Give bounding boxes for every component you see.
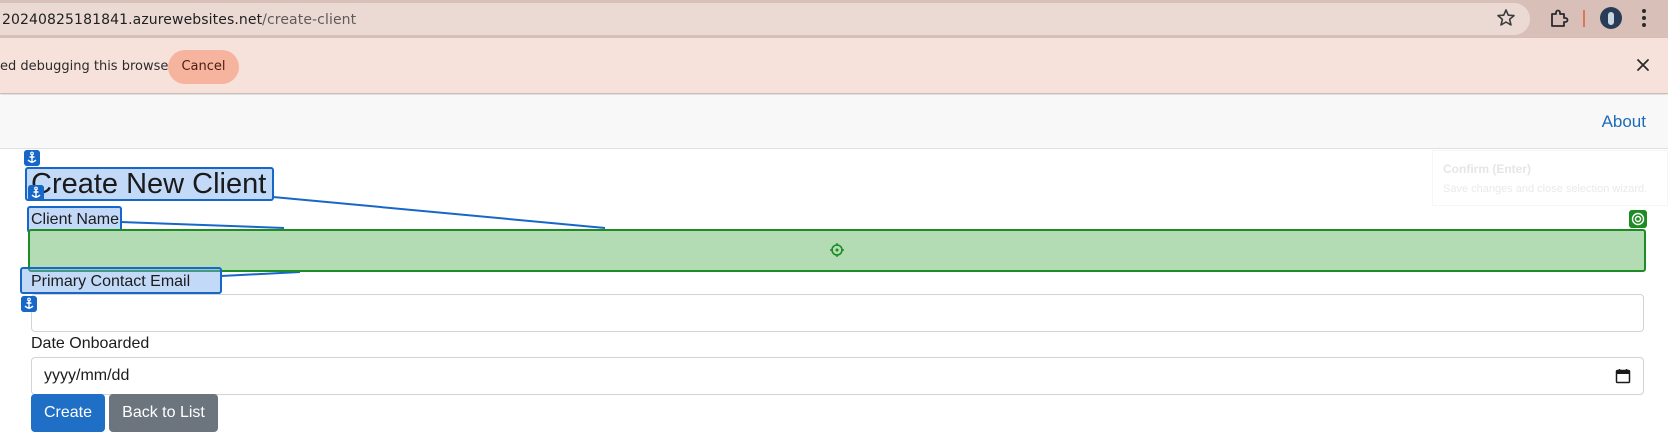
extensions-puzzle-icon[interactable] <box>1548 8 1570 30</box>
anchor-icon <box>28 185 44 201</box>
url-path: /create-client <box>262 12 357 28</box>
crosshair-icon <box>830 243 844 257</box>
back-to-list-button[interactable]: Back to List <box>109 394 218 432</box>
browser-toolbar: 20240825181841.azurewebsites.net/create-… <box>0 0 1668 38</box>
date-placeholder: yyyy/mm/dd <box>44 367 130 384</box>
app-navbar: About <box>0 95 1668 149</box>
email-input[interactable] <box>31 294 1644 332</box>
debugging-info-bar: ed debugging this browser Cancel <box>0 38 1668 94</box>
profile-avatar[interactable] <box>1600 7 1622 29</box>
toolbar-separator <box>1583 10 1585 27</box>
cancel-debugging-button[interactable]: Cancel <box>168 50 239 84</box>
client-name-label: Client Name <box>31 211 120 228</box>
anchor-icon <box>21 296 37 312</box>
confirm-tooltip: Confirm (Enter) Save changes and close s… <box>1432 150 1668 206</box>
address-bar[interactable]: 20240825181841.azurewebsites.net/create-… <box>0 3 1530 35</box>
create-button[interactable]: Create <box>31 394 105 432</box>
email-label: Primary Contact Email <box>31 273 191 290</box>
tooltip-subtitle: Save changes and close selection wizard. <box>1443 183 1648 195</box>
url-host: 20240825181841.azurewebsites.net <box>2 12 263 28</box>
url-text: 20240825181841.azurewebsites.net/create-… <box>2 12 356 28</box>
anchor-icon <box>24 150 40 166</box>
more-menu-icon[interactable] <box>1636 7 1652 29</box>
close-icon[interactable] <box>1634 56 1652 74</box>
date-onboarded-label: Date Onboarded <box>31 335 150 352</box>
calendar-icon[interactable] <box>1615 368 1631 384</box>
date-onboarded-input[interactable]: yyyy/mm/dd <box>31 357 1644 395</box>
nav-about-link[interactable]: About <box>1602 112 1646 132</box>
bookmark-star-icon[interactable] <box>1496 8 1516 28</box>
page-title: Create New Client <box>31 168 267 200</box>
target-icon <box>1629 210 1647 228</box>
tooltip-title: Confirm (Enter) <box>1443 162 1531 176</box>
screen: 20240825181841.azurewebsites.net/create-… <box>0 0 1668 444</box>
info-bar-message: ed debugging this browser <box>0 59 174 74</box>
